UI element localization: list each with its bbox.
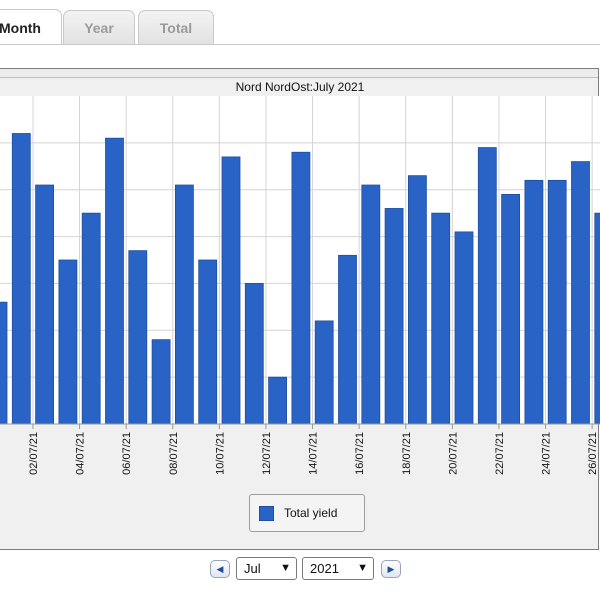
- chart-legend: Total yield: [249, 494, 365, 532]
- triangle-left-icon: ◀: [216, 563, 224, 574]
- year-select-value: 2021: [310, 561, 339, 576]
- month-select-value: Jul: [244, 561, 261, 576]
- legend-swatch: [259, 505, 274, 521]
- bar: [128, 250, 148, 425]
- bar: [571, 161, 590, 425]
- bar: [174, 184, 194, 425]
- bar: [384, 208, 404, 425]
- previous-period-button[interactable]: ◀: [210, 560, 230, 578]
- bar: [151, 339, 171, 425]
- chevron-down-icon: ▼: [280, 562, 291, 574]
- legend-label: Total yield: [284, 506, 338, 520]
- bar: [11, 133, 31, 425]
- period-navigation: ◀ Jul ▼ 2021 ▼ ▶: [0, 557, 600, 581]
- x-tick-label: 02/07/21: [28, 432, 40, 475]
- bar: [477, 147, 497, 425]
- bar: [0, 301, 8, 425]
- x-tick-label: 08/07/21: [168, 432, 180, 475]
- bar: [35, 184, 54, 425]
- x-tick-label: 18/07/21: [401, 432, 413, 475]
- x-tick-label: 22/07/21: [494, 432, 506, 475]
- bar: [338, 254, 357, 425]
- chevron-down-icon: ▼: [357, 562, 368, 574]
- bar: [547, 179, 567, 425]
- x-tick-label: 20/07/21: [447, 432, 459, 475]
- x-tick-label: 10/07/21: [214, 432, 226, 475]
- bar: [198, 259, 218, 425]
- bar: [81, 212, 101, 425]
- x-tick-label: 12/07/21: [261, 432, 273, 475]
- bar: [105, 137, 124, 425]
- bar: [291, 151, 311, 425]
- bar: [431, 212, 451, 425]
- x-tick-label: 16/07/21: [354, 432, 366, 475]
- bar: [407, 175, 427, 425]
- bar: [454, 231, 474, 425]
- bar: [314, 320, 334, 425]
- bar: [268, 376, 288, 425]
- x-tick-label: 24/07/21: [541, 432, 553, 475]
- bar: [594, 212, 600, 425]
- triangle-right-icon: ▶: [387, 563, 395, 574]
- month-select[interactable]: Jul ▼: [236, 557, 297, 580]
- bar: [244, 283, 264, 425]
- x-tick-label: 26/07/21: [587, 432, 599, 475]
- bar: [524, 179, 544, 425]
- bar: [58, 259, 78, 425]
- x-tick-label: 06/07/21: [121, 432, 133, 475]
- bar: [221, 156, 241, 425]
- x-tick-label: 04/07/21: [75, 432, 87, 475]
- next-period-button[interactable]: ▶: [381, 560, 401, 578]
- bar: [361, 184, 381, 425]
- x-tick-label: 14/07/21: [308, 432, 320, 475]
- year-select[interactable]: 2021 ▼: [302, 557, 374, 580]
- bar: [501, 193, 521, 425]
